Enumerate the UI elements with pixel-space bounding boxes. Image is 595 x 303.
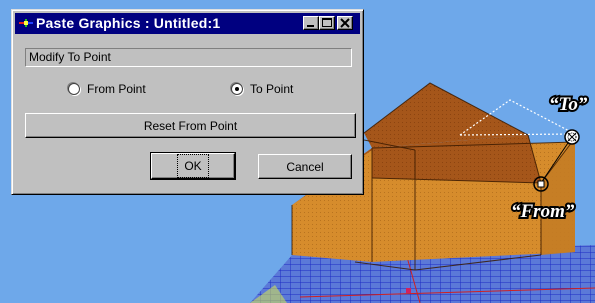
window-title: Paste Graphics : Untitled:1 <box>36 15 221 31</box>
status-field: Modify To Point <box>25 48 352 67</box>
ok-button[interactable]: OK <box>150 152 236 180</box>
maximize-icon <box>322 18 332 27</box>
ok-button-label: OK <box>177 154 209 178</box>
radio-button-icon[interactable] <box>68 83 80 95</box>
minimize-icon <box>307 25 314 27</box>
app-icon <box>19 19 33 27</box>
close-icon <box>340 18 350 28</box>
cancel-button[interactable]: Cancel <box>258 154 352 179</box>
from-point-label: “From” <box>511 201 575 222</box>
minimize-button[interactable] <box>303 16 319 30</box>
paste-graphics-dialog: Paste Graphics : Untitled:1 Modify To Po… <box>11 9 364 195</box>
radio-button-selected-icon[interactable] <box>231 83 243 95</box>
to-point-radio-label[interactable]: To Point <box>250 82 293 97</box>
title-bar[interactable]: Paste Graphics : Untitled:1 <box>15 13 360 34</box>
radio-selected-dot <box>235 87 239 91</box>
to-point-label: “To” <box>549 94 588 115</box>
origin-marker <box>406 288 411 293</box>
close-button[interactable] <box>337 16 353 30</box>
reset-from-point-button[interactable]: Reset From Point <box>25 113 356 138</box>
from-point-radio-label[interactable]: From Point <box>87 82 146 97</box>
to-point-handle[interactable] <box>564 129 580 145</box>
maximize-button[interactable] <box>319 16 335 30</box>
